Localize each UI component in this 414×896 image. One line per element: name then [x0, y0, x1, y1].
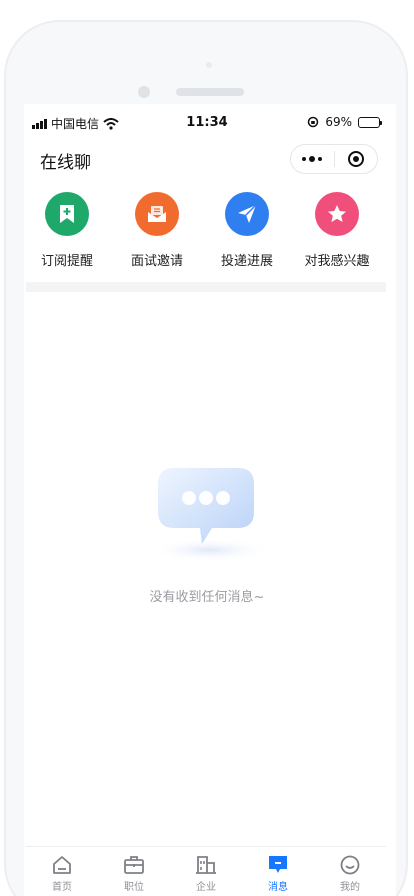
tab-bar: 首页 职位 企业 消息 我的 [26, 846, 386, 896]
shortcut-label: 面试邀请 [130, 254, 183, 269]
bookmark-plus-icon [45, 192, 89, 236]
miniprogram-capsule [290, 144, 378, 174]
shortcut-interview[interactable]: 面试邀请 [112, 192, 202, 272]
tab-messages[interactable]: 消息 [242, 847, 314, 896]
tab-label: 企业 [196, 882, 216, 893]
chat-bubble-icon [140, 458, 276, 568]
battery-icon [358, 116, 382, 128]
tab-profile[interactable]: 我的 [314, 847, 386, 896]
section-divider [26, 282, 386, 292]
tab-label: 职位 [124, 882, 144, 893]
orientation-lock-icon [308, 116, 319, 128]
camera-icon [138, 86, 150, 98]
tab-home[interactable]: 首页 [26, 847, 98, 896]
home-icon [53, 856, 71, 874]
page-title: 在线聊 [40, 153, 91, 173]
tab-label: 我的 [340, 882, 360, 893]
speaker-grille [176, 88, 244, 96]
tab-label: 首页 [52, 882, 72, 893]
paper-plane-icon [225, 192, 269, 236]
shortcut-label: 对我感兴趣 [304, 254, 370, 269]
briefcase-icon [124, 856, 144, 874]
message-icon [269, 856, 287, 873]
tab-label: 消息 [268, 882, 288, 893]
star-icon [315, 192, 359, 236]
shortcut-label: 投递进展 [220, 254, 273, 269]
profile-icon [340, 855, 360, 875]
mail-icon [135, 192, 179, 236]
building-icon [196, 856, 216, 874]
empty-message: 没有收到任何消息~ [149, 590, 265, 605]
shortcut-interested[interactable]: 对我感兴趣 [292, 192, 382, 272]
target-icon [347, 151, 364, 167]
close-miniprogram-button[interactable] [334, 151, 377, 167]
shortcut-subscription[interactable]: 订阅提醒 [22, 192, 112, 272]
front-sensor [206, 62, 212, 68]
shortcut-delivery[interactable]: 投递进展 [202, 192, 292, 272]
status-bar: 中国电信 11:34 69% [22, 112, 392, 136]
tab-companies[interactable]: 企业 [170, 847, 242, 896]
shortcut-label: 订阅提醒 [40, 254, 93, 269]
status-right: 69% [307, 115, 382, 129]
battery-percent: 69% [325, 115, 352, 129]
shortcut-row: 订阅提醒 面试邀请 投递进展 对我感兴趣 [22, 192, 392, 272]
more-button[interactable] [291, 156, 334, 162]
nav-bar: 在线聊 [22, 140, 392, 180]
tab-jobs[interactable]: 职位 [98, 847, 170, 896]
